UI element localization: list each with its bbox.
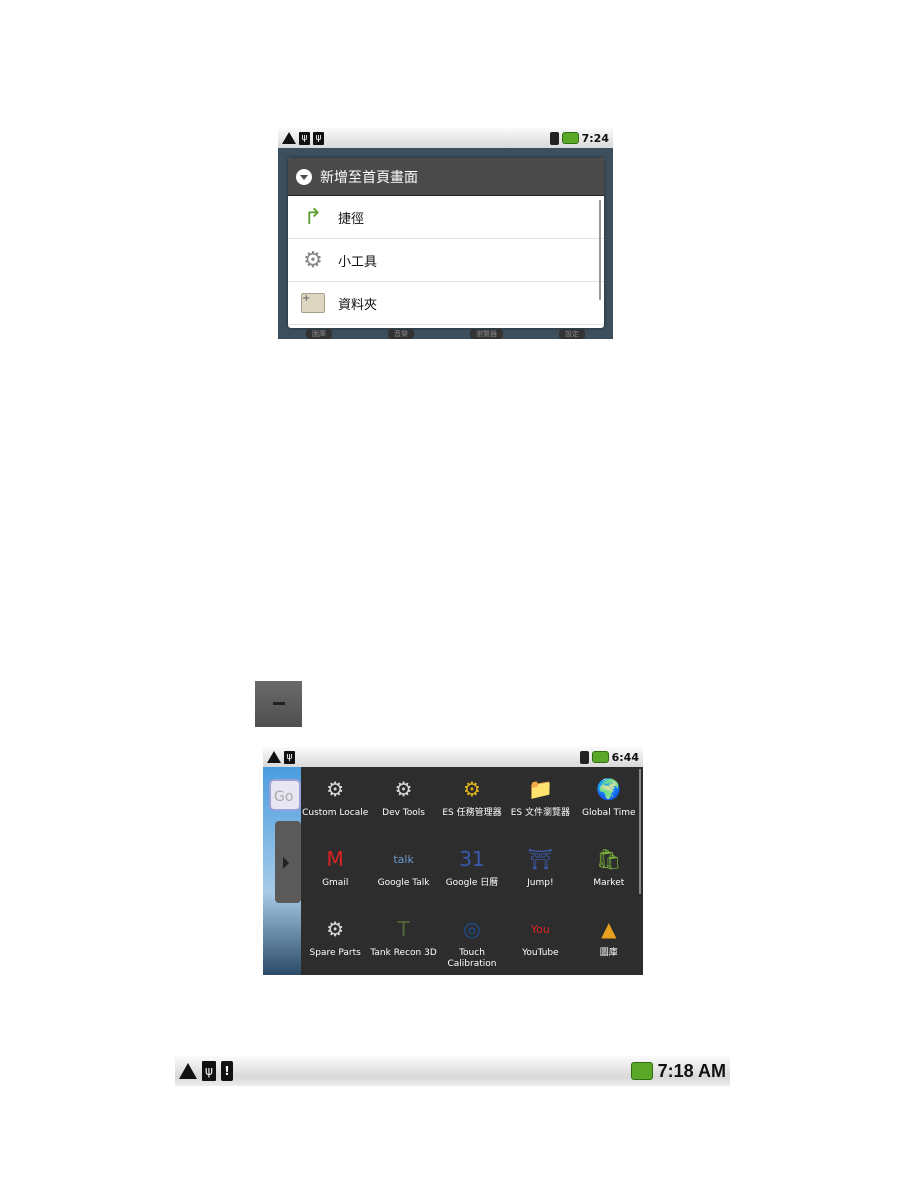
tank-icon: T bbox=[397, 916, 410, 941]
app-label: Gmail bbox=[322, 878, 349, 888]
warning-icon bbox=[267, 751, 281, 763]
add-to-home-screenshot: ψ ψ 7:24 新增至首頁畫面 ↱ 捷徑 ⚙ 小工具 + 資料夾 圖庫 音樂 … bbox=[278, 128, 613, 339]
usb-icon: ψ bbox=[202, 1061, 216, 1081]
talk-icon: talk bbox=[393, 852, 414, 866]
calendar-icon: 31 bbox=[459, 846, 485, 871]
usb-icon: ψ bbox=[313, 131, 324, 145]
app-dev-tools[interactable]: ⚙ Dev Tools bbox=[369, 767, 437, 837]
app-google-talk[interactable]: talk Google Talk bbox=[369, 837, 437, 907]
page: ψ ψ 7:24 新增至首頁畫面 ↱ 捷徑 ⚙ 小工具 + 資料夾 圖庫 音樂 … bbox=[0, 0, 918, 1188]
app-touch-calibration[interactable]: ◎ Touch Calibration bbox=[438, 907, 506, 975]
app-label: Google 日曆 bbox=[445, 878, 499, 888]
app-es[interactable]: ⚙ ES 任務管理器 bbox=[438, 767, 506, 837]
app-label: ES 文件瀏覽器 bbox=[510, 808, 571, 818]
status-time: 7:18 AM bbox=[657, 1060, 726, 1081]
menu-item-widget[interactable]: ⚙ 小工具 bbox=[288, 239, 604, 282]
app-label: Tank Recon 3D bbox=[370, 948, 437, 958]
arrow-icon bbox=[273, 702, 285, 705]
usb-icon: ψ bbox=[284, 750, 295, 764]
app-label: Dev Tools bbox=[382, 808, 425, 818]
usb-icon: ψ bbox=[299, 131, 310, 145]
market-icon: 🛍 bbox=[596, 846, 622, 871]
drawer-handle[interactable] bbox=[275, 821, 301, 903]
shortcut-arrow-icon: ↱ bbox=[303, 204, 323, 230]
sd-card-warning-icon: ! bbox=[221, 1061, 233, 1081]
battery-icon bbox=[591, 751, 609, 763]
gear-icon: ⚙ bbox=[303, 247, 323, 273]
app-es[interactable]: 📁 ES 文件瀏覽器 bbox=[506, 767, 574, 837]
dialog-title: 新增至首頁畫面 bbox=[320, 169, 418, 186]
app-label: Touch Calibration bbox=[447, 948, 497, 969]
file-browser-icon: 📁 bbox=[527, 776, 553, 801]
app-drawer-screenshot: ψ 6:44 Go ⚙ Custom Locale ⚙ Dev Tools ⚙ ES 任務… bbox=[263, 747, 643, 975]
background-tab: 音樂 bbox=[388, 329, 414, 339]
app-youtube[interactable]: You YouTube bbox=[506, 907, 574, 975]
scrollbar[interactable] bbox=[639, 769, 641, 894]
background-tabs: 圖庫 音樂 瀏覽器 設定 bbox=[278, 329, 613, 339]
app-grid: ⚙ Custom Locale ⚙ Dev Tools ⚙ ES 任務管理器 📁 ES 文件瀏… bbox=[301, 767, 643, 975]
status-time: 7:24 bbox=[581, 131, 609, 145]
gallery-icon: ▲ bbox=[601, 916, 617, 941]
app-label: 圖庫 bbox=[599, 948, 618, 958]
gear-icon: ⚙ bbox=[326, 916, 345, 941]
background-tab: 圖庫 bbox=[306, 329, 332, 339]
app-google[interactable]: 31 Google 日曆 bbox=[438, 837, 506, 907]
jump-game-icon: ⛩ bbox=[527, 846, 554, 871]
app-market[interactable]: 🛍 Market bbox=[575, 837, 643, 907]
gear-icon: ⚙ bbox=[394, 776, 413, 801]
warning-icon bbox=[282, 132, 296, 144]
app-label: Market bbox=[593, 878, 625, 888]
menu-item-label: 捷徑 bbox=[338, 211, 365, 227]
youtube-icon: You bbox=[530, 922, 550, 936]
menu-item-label: 小工具 bbox=[338, 254, 378, 270]
app-label: Google Talk bbox=[377, 878, 430, 888]
status-bar: ψ ψ 7:24 bbox=[278, 128, 613, 148]
battery-icon bbox=[630, 1062, 653, 1080]
status-bar-screenshot: ψ ! 7:18 AM bbox=[175, 1056, 730, 1086]
wifi-icon bbox=[549, 131, 559, 145]
home-wallpaper: Go bbox=[263, 767, 301, 975]
globe-clock-icon: 🌍 bbox=[596, 776, 622, 801]
gmail-icon: M bbox=[326, 846, 344, 871]
warning-icon bbox=[179, 1063, 197, 1079]
dialog-title-bar: 新增至首頁畫面 bbox=[288, 158, 604, 196]
target-icon: ◎ bbox=[463, 916, 481, 941]
background-tab: 設定 bbox=[559, 329, 585, 339]
app-label: Jump! bbox=[527, 878, 554, 888]
task-manager-icon: ⚙ bbox=[463, 776, 481, 801]
status-bar: ψ 6:44 bbox=[263, 747, 643, 767]
app-spare-parts[interactable]: ⚙ Spare Parts bbox=[301, 907, 369, 975]
scrollbar[interactable] bbox=[599, 200, 601, 300]
app-label: Global Time bbox=[581, 808, 636, 818]
menu-item-shortcut[interactable]: ↱ 捷徑 bbox=[288, 196, 604, 239]
app-[interactable]: ▲ 圖庫 bbox=[575, 907, 643, 975]
dropdown-circle-icon bbox=[296, 168, 312, 185]
add-to-home-dialog: 新增至首頁畫面 ↱ 捷徑 ⚙ 小工具 + 資料夾 bbox=[288, 158, 604, 328]
folder-icon: + bbox=[300, 290, 326, 316]
app-global-time[interactable]: 🌍 Global Time bbox=[575, 767, 643, 837]
menu-item-folder[interactable]: + 資料夾 bbox=[288, 282, 604, 325]
status-time: 6:44 bbox=[611, 750, 639, 764]
drawer-handle-image bbox=[255, 681, 302, 727]
battery-icon bbox=[561, 132, 579, 144]
app-custom-locale[interactable]: ⚙ Custom Locale bbox=[301, 767, 369, 837]
app-label: YouTube bbox=[522, 948, 559, 958]
app-jump[interactable]: ⛩ Jump! bbox=[506, 837, 574, 907]
app-label: Spare Parts bbox=[309, 948, 361, 958]
background-tab: 瀏覽器 bbox=[470, 329, 503, 339]
gear-icon: ⚙ bbox=[326, 776, 345, 801]
app-label: Custom Locale bbox=[302, 808, 369, 818]
menu-item-label: 資料夾 bbox=[338, 297, 378, 313]
app-label: ES 任務管理器 bbox=[442, 808, 502, 818]
google-search-widget[interactable]: Go bbox=[269, 779, 301, 811]
app-gmail[interactable]: M Gmail bbox=[301, 837, 369, 907]
app-tank-recon-3d[interactable]: T Tank Recon 3D bbox=[369, 907, 437, 975]
wifi-icon bbox=[579, 750, 589, 764]
